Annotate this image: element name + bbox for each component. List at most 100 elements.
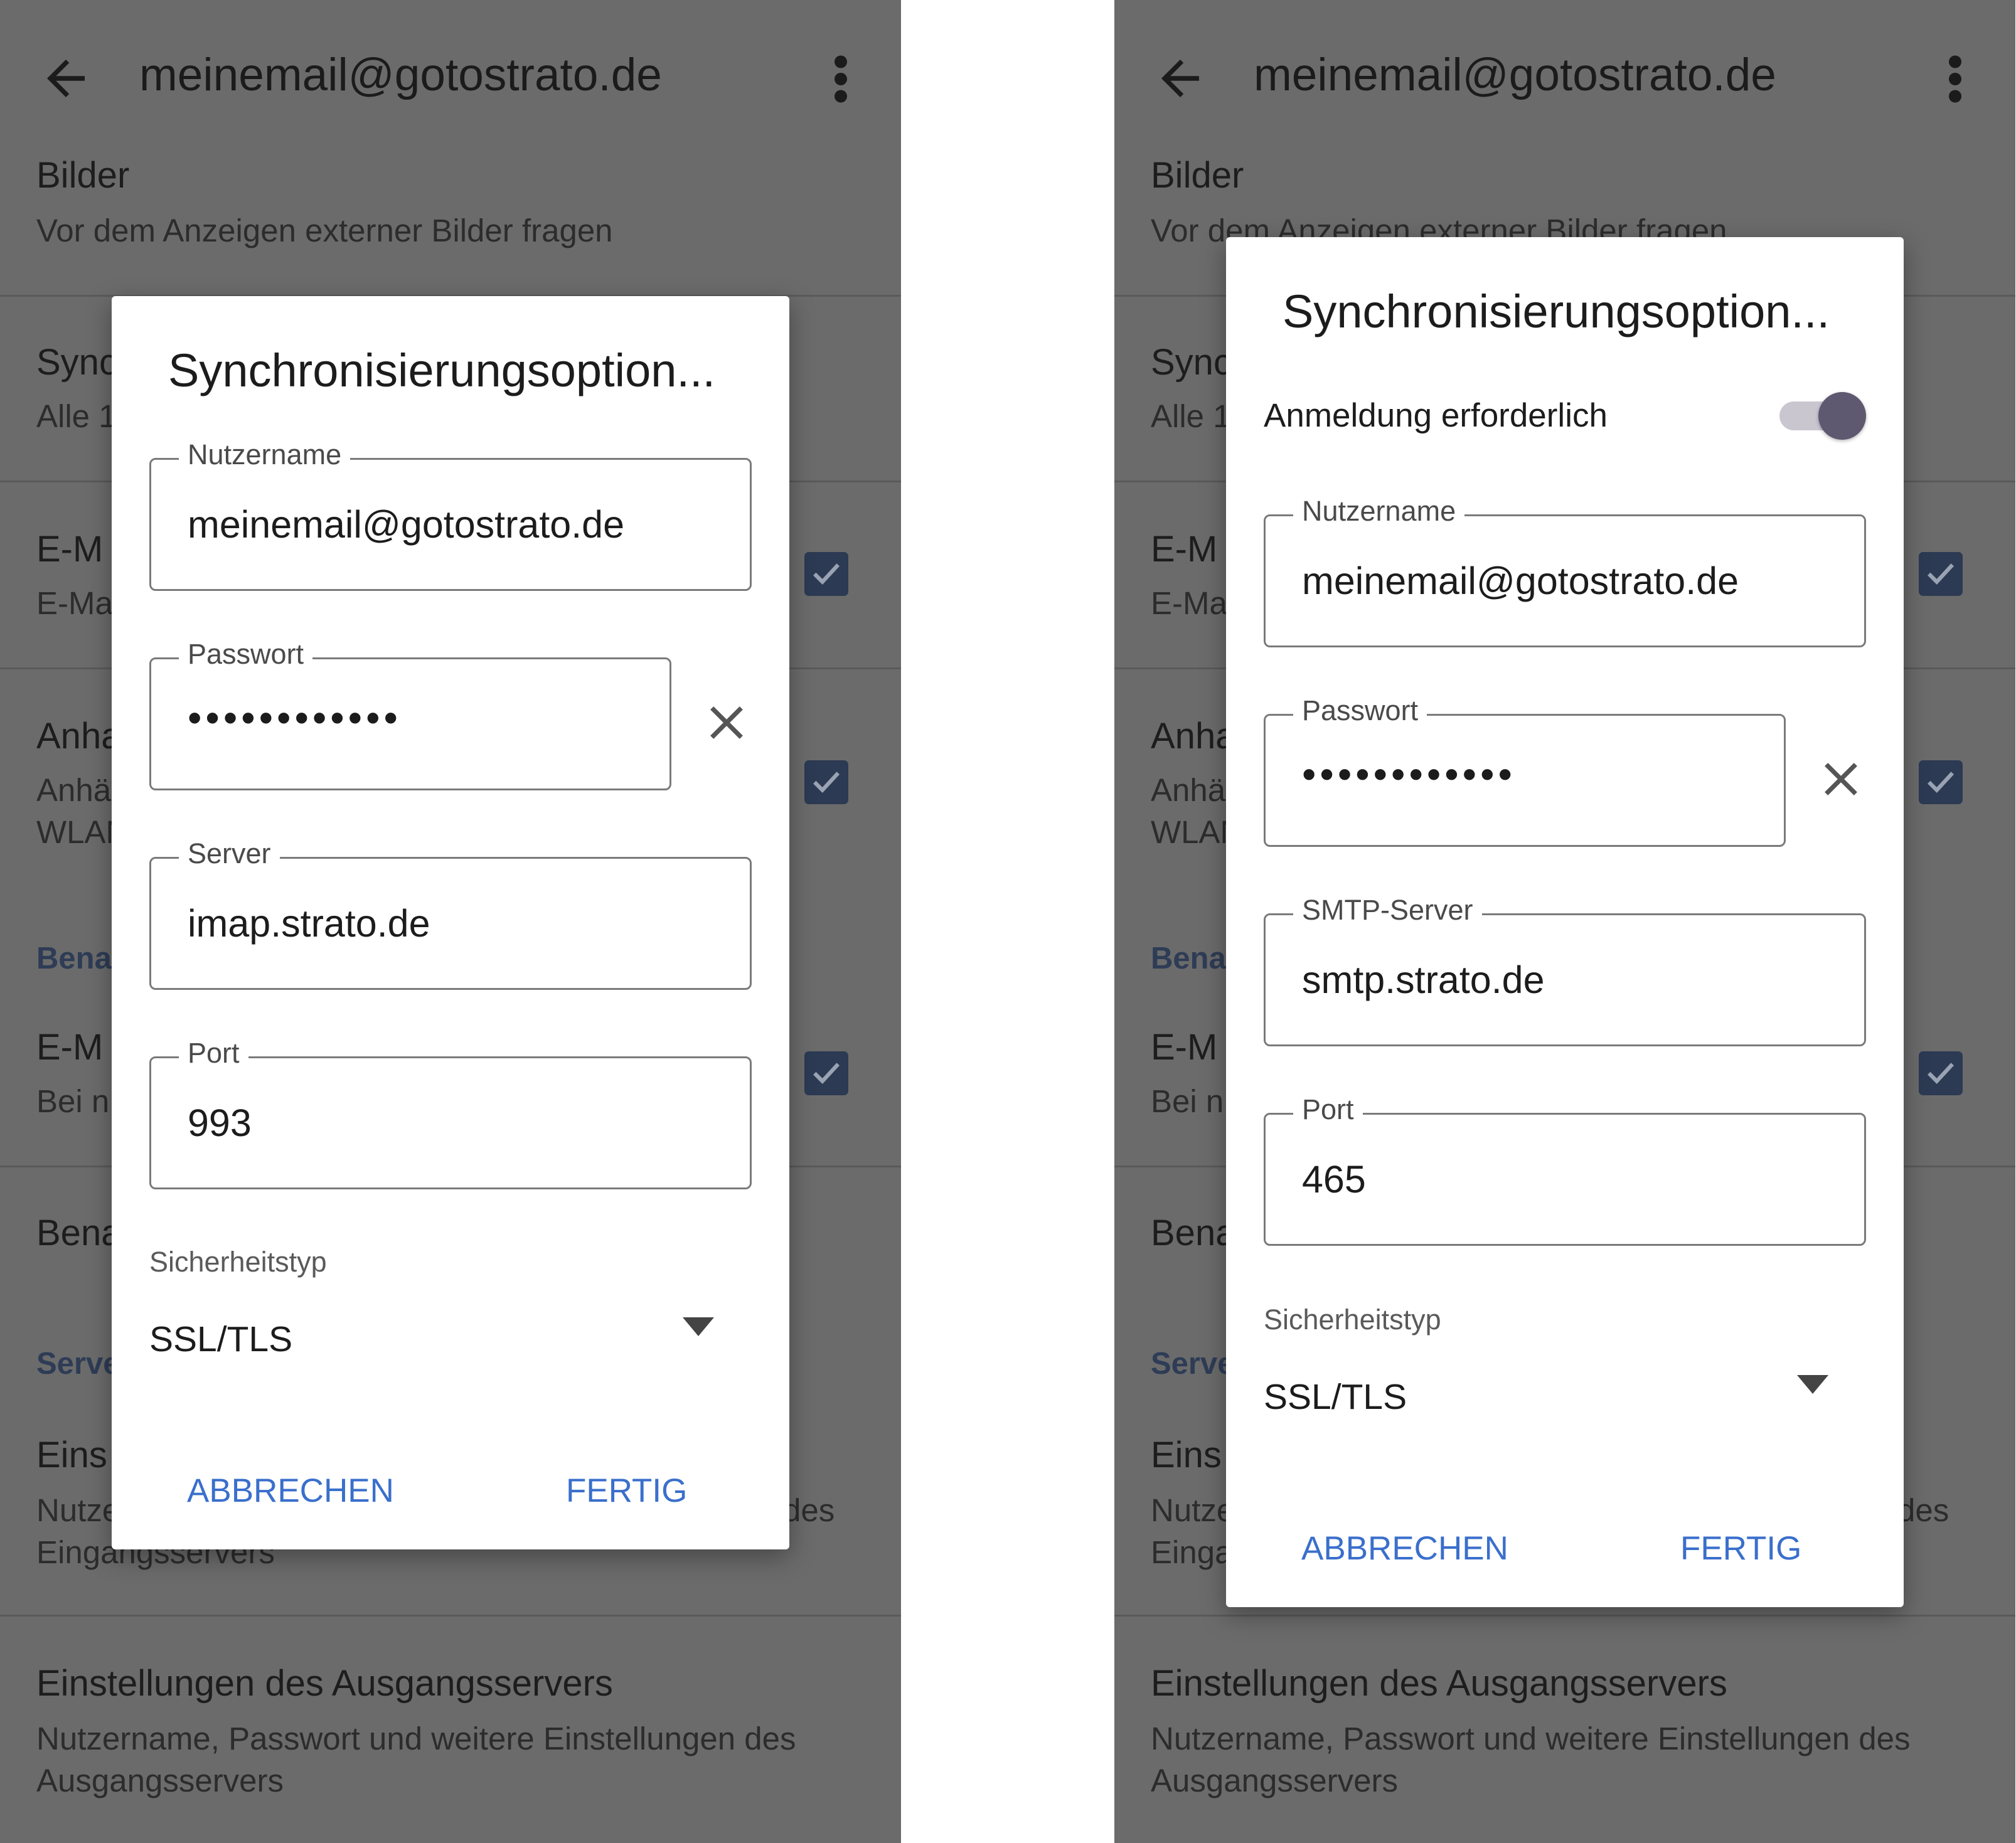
check-icon xyxy=(1928,1063,1955,1085)
close-icon[interactable] xyxy=(701,698,752,748)
setting-title: Anha xyxy=(1151,716,1236,757)
done-button[interactable]: FERTIG xyxy=(1680,1529,1801,1568)
setting-subtitle: Bei n xyxy=(36,1083,110,1119)
arrow-back-icon[interactable] xyxy=(38,50,94,107)
field-label: Server xyxy=(179,837,280,870)
field-value: •••••••••••• xyxy=(188,695,402,740)
check-icon xyxy=(1928,772,1955,794)
setting-title: Eins xyxy=(36,1435,107,1475)
field-value: 993 xyxy=(188,1102,252,1144)
settings-screen-smtp: meinemail@gotostrato.de Bilder Vor dem A… xyxy=(1114,0,2015,1843)
toggle-label: Anmeldung erforderlich xyxy=(1264,397,1608,434)
app-bar: meinemail@gotostrato.de xyxy=(1114,0,2015,151)
check-icon xyxy=(1928,563,1955,585)
setting-subtitle: Anhä xyxy=(36,772,112,808)
field-label: Port xyxy=(1293,1093,1363,1126)
field-value: 465 xyxy=(1302,1158,1366,1201)
section-header: Bena xyxy=(1151,942,1226,975)
setting-subtitle: E-Ma xyxy=(36,585,113,621)
section-header: Bena xyxy=(36,942,112,975)
field-value: •••••••••••• xyxy=(1302,752,1516,797)
done-button[interactable]: FERTIG xyxy=(566,1472,687,1510)
setting-subtitle: Ausgangsservers xyxy=(36,1763,284,1798)
dialog-title: Synchronisierungsoption... xyxy=(168,344,716,396)
setting-title: E-M xyxy=(1151,529,1218,570)
setting-subtitle: Einga xyxy=(1151,1534,1233,1570)
setting-title: Einstellungen des Ausgangsservers xyxy=(36,1663,613,1704)
dropdown-arrow-icon[interactable] xyxy=(1797,1375,1828,1394)
check-icon xyxy=(813,772,840,794)
setting-subtitle: E-Ma xyxy=(1151,585,1227,621)
arrow-back-icon[interactable] xyxy=(1152,50,1208,107)
field-value: meinemail@gotostrato.de xyxy=(1302,560,1739,602)
password-field[interactable]: Passwort •••••••••••• xyxy=(149,638,671,790)
setting-subtitle: Nutzername, Passwort und weitere Einstel… xyxy=(1151,1721,1911,1756)
setting-title: Bena xyxy=(1151,1213,1236,1253)
setting-title: E-M xyxy=(1151,1027,1218,1068)
field-value: imap.strato.de xyxy=(188,902,430,945)
app-bar: meinemail@gotostrato.de xyxy=(0,0,901,151)
select-value: SSL/TLS xyxy=(149,1319,293,1359)
field-value: meinemail@gotostrato.de xyxy=(188,503,624,546)
port-field[interactable]: Port 993 xyxy=(149,1037,752,1189)
field-label: Passwort xyxy=(179,638,313,671)
checkbox-checked[interactable] xyxy=(804,1051,848,1095)
field-value: smtp.strato.de xyxy=(1302,959,1545,1001)
setting-subtitle: Nutzername, Passwort und weitere Einstel… xyxy=(36,1721,796,1756)
security-type-label: Sicherheitstyp xyxy=(149,1246,327,1278)
setting-title: E-M xyxy=(36,1027,104,1068)
setting-subtitle: Alle 1 xyxy=(36,398,117,434)
setting-subtitle: Ausgangsservers xyxy=(1151,1763,1399,1798)
sync-options-dialog: Synchronisierungsoption... Anmeldung erf… xyxy=(1226,237,1904,1607)
setting-subtitle: Nutze xyxy=(1151,1492,1235,1528)
more-vert-icon[interactable] xyxy=(1936,54,1974,104)
setting-title: Bena xyxy=(36,1213,122,1253)
server-field[interactable]: Server imap.strato.de xyxy=(149,837,752,990)
checkbox-checked[interactable] xyxy=(804,552,848,596)
settings-screen-imap: meinemail@gotostrato.de Bilder Vor dem A… xyxy=(0,0,901,1843)
cancel-button[interactable]: ABBRECHEN xyxy=(1301,1529,1508,1568)
checkbox-checked[interactable] xyxy=(804,760,848,804)
password-field[interactable]: Passwort •••••••••••• xyxy=(1264,694,1786,847)
divider xyxy=(1114,1615,2015,1617)
setting-title: Bilder xyxy=(36,155,130,196)
close-icon[interactable] xyxy=(1816,754,1866,804)
setting-title: Bilder xyxy=(1151,155,1244,196)
checkbox-checked[interactable] xyxy=(1919,1051,1963,1095)
section-header: Serve xyxy=(1151,1347,1235,1381)
username-field[interactable]: Nutzername meinemail@gotostrato.de xyxy=(1264,495,1866,647)
setting-title: Sync xyxy=(36,342,117,383)
setting-subtitle: Alle 1 xyxy=(1151,398,1231,434)
setting-subtitle: des xyxy=(783,1492,835,1528)
username-field[interactable]: Nutzername meinemail@gotostrato.de xyxy=(149,438,752,591)
port-field[interactable]: Port 465 xyxy=(1264,1093,1866,1246)
checkbox-checked[interactable] xyxy=(1919,552,1963,596)
cancel-button[interactable]: ABBRECHEN xyxy=(187,1472,394,1510)
field-label: Passwort xyxy=(1293,694,1427,727)
divider xyxy=(0,1615,901,1617)
setting-title: Eins xyxy=(1151,1435,1222,1475)
checkbox-checked[interactable] xyxy=(1919,760,1963,804)
field-label: Nutzername xyxy=(1293,495,1465,528)
setting-title: Sync xyxy=(1151,342,1232,383)
toggle-thumb[interactable] xyxy=(1818,392,1866,440)
select-value: SSL/TLS xyxy=(1264,1377,1407,1417)
field-label: Nutzername xyxy=(179,438,351,471)
account-title: meinemail@gotostrato.de xyxy=(139,50,662,100)
dropdown-arrow-icon[interactable] xyxy=(683,1317,714,1336)
check-icon xyxy=(813,1063,840,1085)
setting-title: Anha xyxy=(36,716,122,757)
setting-title: E-M xyxy=(36,529,104,570)
field-label: SMTP-Server xyxy=(1293,894,1482,927)
account-title: meinemail@gotostrato.de xyxy=(1254,50,1776,100)
setting-subtitle: Nutze xyxy=(36,1492,120,1528)
field-label: Port xyxy=(179,1037,248,1070)
more-vert-icon[interactable] xyxy=(822,54,860,104)
setting-subtitle: Bei n xyxy=(1151,1083,1224,1119)
setting-subtitle: Anhä xyxy=(1151,772,1226,808)
security-type-label: Sicherheitstyp xyxy=(1264,1304,1441,1336)
smtp-server-field[interactable]: SMTP-Server smtp.strato.de xyxy=(1264,894,1866,1046)
setting-title: Einstellungen des Ausgangsservers xyxy=(1151,1663,1727,1704)
section-header: Serve xyxy=(36,1347,120,1381)
dialog-title: Synchronisierungsoption... xyxy=(1283,285,1830,337)
